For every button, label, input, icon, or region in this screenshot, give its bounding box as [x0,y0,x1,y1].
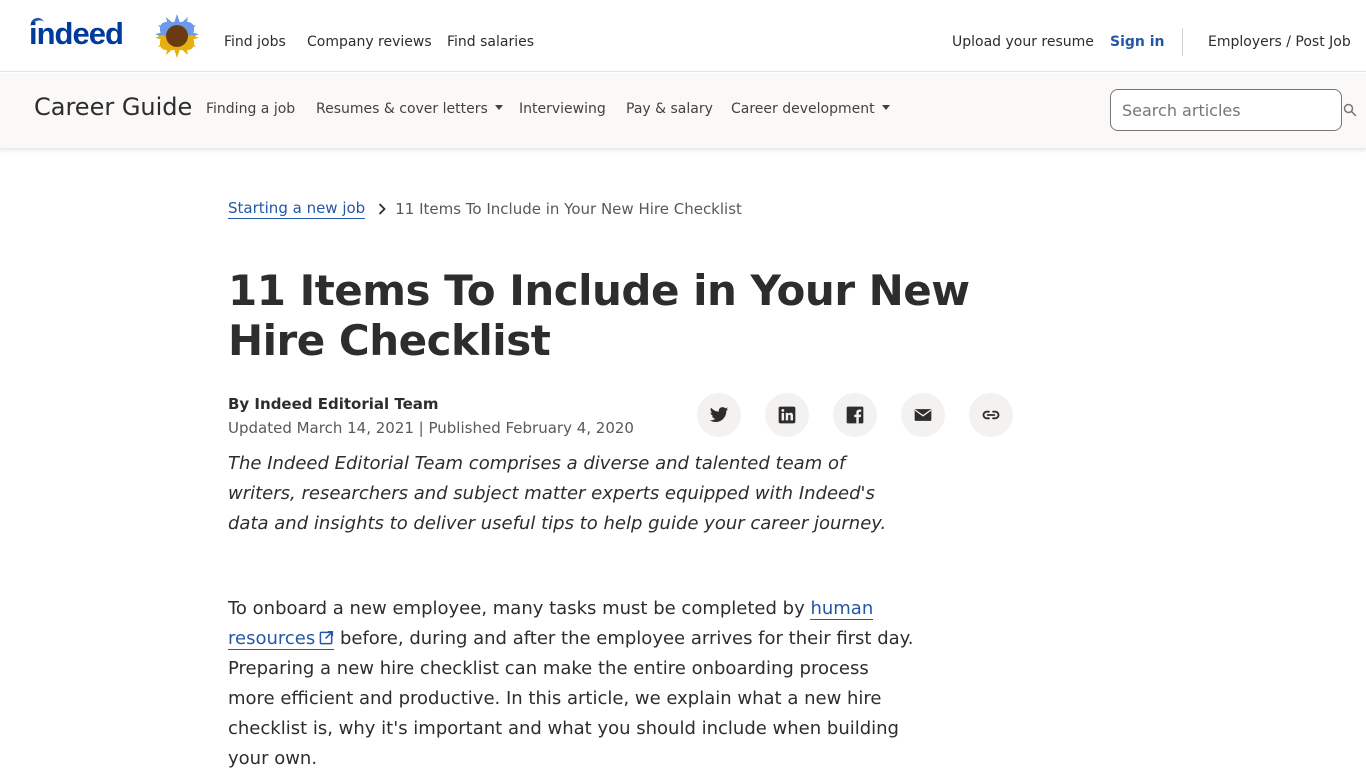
twitter-icon [709,407,729,422]
share-facebook-button[interactable] [833,393,877,437]
guide-link-label: Career development [731,101,875,117]
guide-link-pay-salary[interactable]: Pay & salary [626,101,713,117]
breadcrumb-parent-link[interactable]: Starting a new job [228,199,366,219]
share-twitter-button[interactable] [697,393,741,437]
global-header: indeed Find jobs Company reviews Find sa… [0,0,1366,72]
share-linkedin-button[interactable] [765,393,809,437]
breadcrumb-current: 11 Items To Include in Your New Hire Che… [395,200,742,218]
copy-link-button[interactable] [969,393,1013,437]
nav-find-jobs[interactable]: Find jobs [224,34,286,50]
sign-in-link[interactable]: Sign in [1110,34,1165,50]
guide-link-resumes[interactable]: Resumes & cover letters [316,101,503,117]
search-icon[interactable] [1343,103,1357,117]
search-articles-box [1110,89,1342,131]
link-icon [982,410,1000,420]
career-guide-nav: Career Guide Finding a job Resumes & cov… [0,73,1366,149]
guide-link-interviewing[interactable]: Interviewing [519,101,606,117]
guide-link-finding-a-job[interactable]: Finding a job [206,101,295,117]
intro-text: To onboard a new employee, many tasks mu… [228,598,811,619]
article-title: 11 Items To Include in Your New Hire Che… [228,266,970,365]
logo-text: indeed [29,16,124,51]
search-articles-input[interactable] [1111,90,1341,130]
caret-down-icon [881,104,890,110]
sunflower-icon [155,14,199,58]
guide-link-career-development[interactable]: Career development [731,101,890,117]
breadcrumb: Starting a new job 11 Items To Include i… [228,199,742,219]
guide-link-label: Resumes & cover letters [316,101,488,117]
header-divider [1182,28,1183,56]
share-email-button[interactable] [901,393,945,437]
article-dates: Updated March 14, 2021 | Published Febru… [228,419,634,437]
guide-link-label: Pay & salary [626,101,713,117]
upload-resume-link[interactable]: Upload your resume [952,34,1094,50]
guide-link-label: Interviewing [519,101,606,117]
email-icon [914,409,932,421]
chevron-right-icon [379,203,386,215]
nav-company-reviews[interactable]: Company reviews [307,34,432,50]
intro-paragraph: To onboard a new employee, many tasks mu… [228,594,918,768]
linkedin-icon [778,406,796,424]
guide-link-label: Finding a job [206,101,296,117]
career-guide-title[interactable]: Career Guide [34,93,192,121]
editorial-team-blurb: The Indeed Editorial Team comprises a di… [228,453,887,534]
caret-down-icon [494,104,503,110]
nav-find-salaries[interactable]: Find salaries [447,34,534,50]
external-link-icon [319,630,334,645]
employers-post-job-link[interactable]: Employers / Post Job [1208,34,1351,50]
facebook-icon [846,406,864,424]
author-byline: By Indeed Editorial Team [228,395,439,413]
